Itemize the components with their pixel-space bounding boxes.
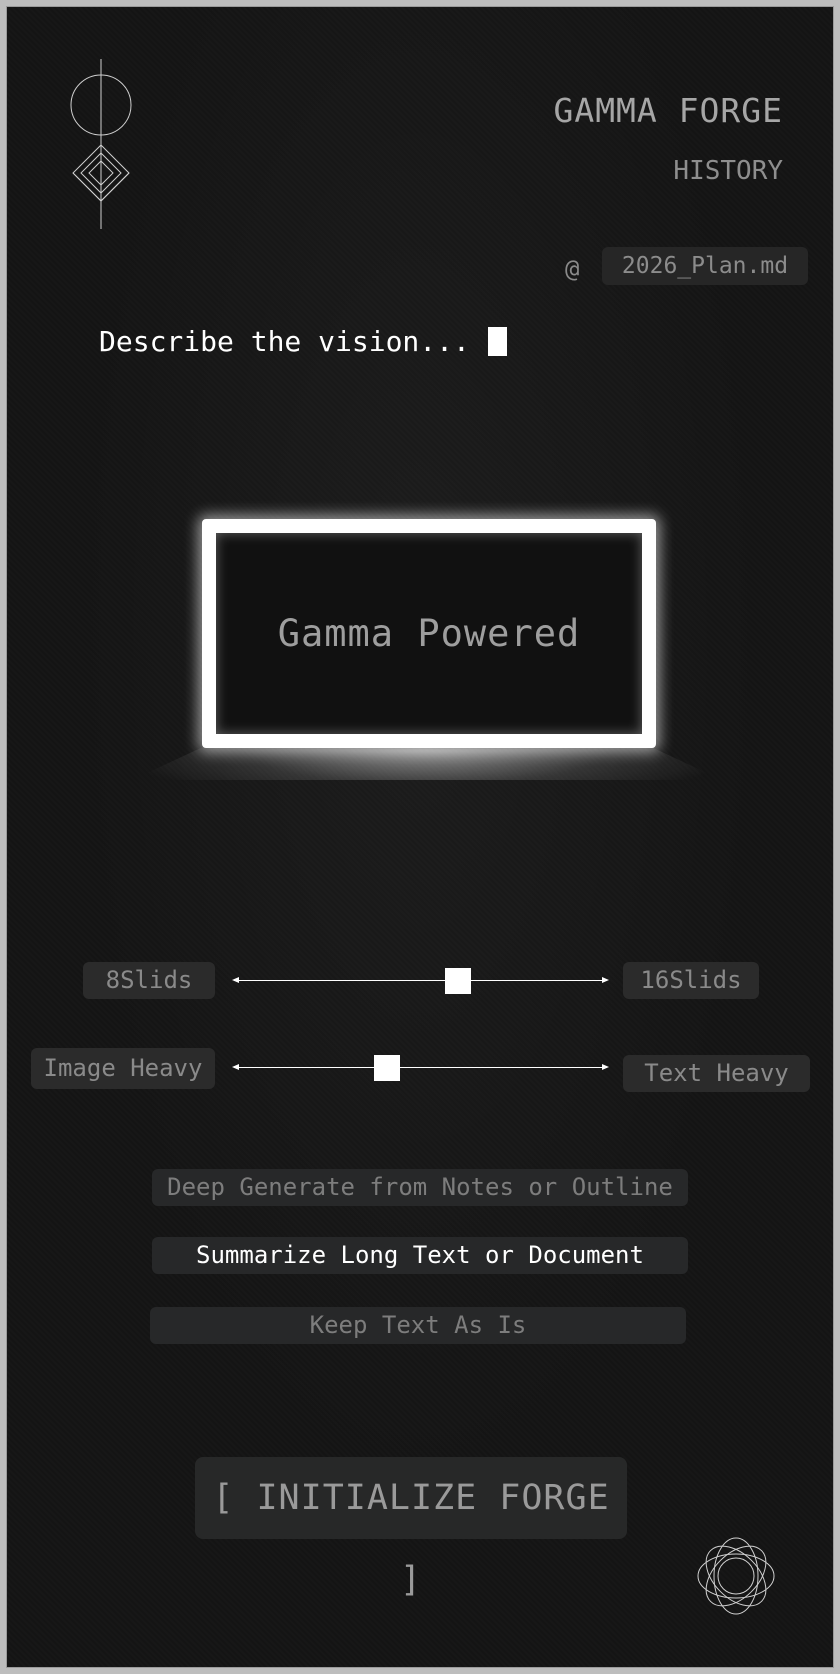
attached-file-chip[interactable]: 2026_Plan.md — [602, 247, 808, 285]
preview-label: Gamma Powered — [277, 612, 581, 655]
mode-deep-generate[interactable]: Deep Generate from Notes or Outline — [152, 1169, 688, 1206]
app-frame: GAMMA FORGE HISTORY @ 2026_Plan.md Descr… — [6, 6, 834, 1668]
slider-thumb[interactable] — [444, 968, 471, 994]
mode-keep-text[interactable]: Keep Text As Is — [150, 1307, 686, 1344]
prompt-placeholder: Describe the vision... — [99, 325, 470, 358]
arrow-right-icon — [602, 977, 609, 983]
max-slides-label: 16Slids — [623, 962, 759, 999]
slider-track — [234, 1067, 607, 1068]
diamond-compass-logo-icon — [70, 59, 132, 229]
mode-summarize[interactable]: Summarize Long Text or Document — [152, 1237, 688, 1274]
content-balance-slider[interactable] — [232, 1055, 609, 1081]
orbit-rings-icon — [697, 1537, 775, 1615]
vision-prompt-input[interactable]: Describe the vision... — [99, 325, 507, 358]
slider-track — [234, 980, 607, 981]
at-icon: @ — [565, 255, 580, 283]
arrow-left-icon — [232, 1064, 239, 1070]
slider-thumb[interactable] — [373, 1055, 400, 1081]
arrow-left-icon — [232, 977, 239, 983]
preview-screen: Gamma Powered — [202, 519, 656, 748]
initialize-forge-button[interactable]: [ INITIALIZE FORGE ] — [195, 1457, 627, 1600]
text-heavy-label: Text Heavy — [623, 1055, 810, 1092]
image-heavy-label: Image Heavy — [31, 1048, 215, 1089]
screen-glow-reflection — [132, 747, 722, 780]
min-slides-label: 8Slids — [83, 962, 215, 999]
app-title: GAMMA FORGE — [553, 91, 783, 130]
text-cursor — [487, 327, 507, 356]
slide-count-slider[interactable] — [232, 968, 609, 994]
arrow-right-icon — [602, 1064, 609, 1070]
history-link[interactable]: HISTORY — [673, 156, 783, 186]
